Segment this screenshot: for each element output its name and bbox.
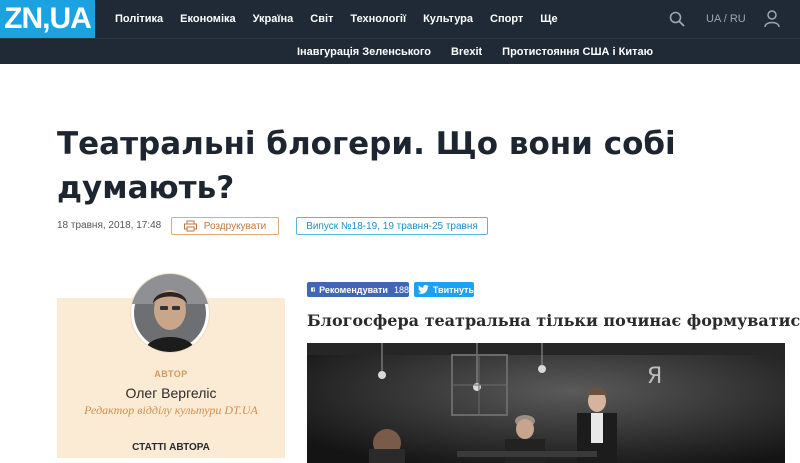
printer-icon xyxy=(183,220,197,232)
nav-item-sport[interactable]: Спорт xyxy=(490,13,523,25)
topic-inauguration[interactable]: Інавгурація Зеленського xyxy=(297,46,431,58)
nav-item-more[interactable]: Ще xyxy=(540,13,557,25)
article-date: 18 травня, 2018, 17:48 xyxy=(57,220,162,231)
author-role: АВТОР xyxy=(154,369,188,379)
nav-item-culture[interactable]: Культура xyxy=(423,13,473,25)
twitter-icon xyxy=(418,285,429,294)
author-name[interactable]: Олег Вергеліс xyxy=(57,385,285,401)
facebook-recommend-button[interactable]: Рекомендувати 188 xyxy=(307,282,409,297)
article-lead: Блогосфера театральна тільки починає фор… xyxy=(307,311,800,330)
topic-brexit[interactable]: Brexit xyxy=(451,46,482,58)
author-articles-heading: СТАТТІ АВТОРА xyxy=(132,442,210,453)
topic-us-china[interactable]: Протистояння США і Китаю xyxy=(502,46,653,58)
nav-item-politics[interactable]: Політика xyxy=(115,13,163,25)
nav-item-economics[interactable]: Економіка xyxy=(180,13,235,25)
user-icon[interactable] xyxy=(764,10,780,28)
site-logo[interactable]: ZN,UA xyxy=(0,0,95,38)
language-switch[interactable]: UA / RU xyxy=(706,0,746,38)
facebook-label: Рекомендувати xyxy=(319,284,388,295)
article-title: Театральні блогери. Що вони собі думають… xyxy=(57,126,676,206)
article-photo: Я xyxy=(307,343,785,463)
search-icon[interactable] xyxy=(669,11,685,27)
trending-bar: Інавгурація Зеленського Brexit Протистоя… xyxy=(0,38,800,64)
author-photo xyxy=(131,274,209,352)
nav-item-ukraine[interactable]: Україна xyxy=(253,13,294,25)
chalk-letter: Я xyxy=(647,364,662,389)
top-navbar: ZN,UA Політика Економіка Україна Світ Те… xyxy=(0,0,800,38)
twitter-label: Твитнуть xyxy=(432,284,474,295)
print-button[interactable]: Роздрукувати xyxy=(171,217,279,235)
main-nav: Політика Економіка Україна Світ Технолог… xyxy=(115,0,575,38)
print-label: Роздрукувати xyxy=(203,220,267,232)
twitter-tweet-button[interactable]: Твитнуть xyxy=(414,282,474,297)
facebook-count: 188 xyxy=(393,284,409,295)
facebook-icon xyxy=(311,287,316,292)
nav-item-technology[interactable]: Технології xyxy=(350,13,406,25)
issue-label: Випуск №18-19, 19 травня-25 травня xyxy=(306,220,478,232)
trending-topics: Інавгурація Зеленського Brexit Протистоя… xyxy=(277,39,653,64)
nav-item-world[interactable]: Світ xyxy=(310,13,333,25)
author-position: Редактор відділу культури DT.UA xyxy=(84,403,258,417)
issue-link[interactable]: Випуск №18-19, 19 травня-25 травня xyxy=(296,217,488,235)
theatre-scene-image: Я xyxy=(307,343,785,463)
author-avatar[interactable] xyxy=(131,274,209,352)
